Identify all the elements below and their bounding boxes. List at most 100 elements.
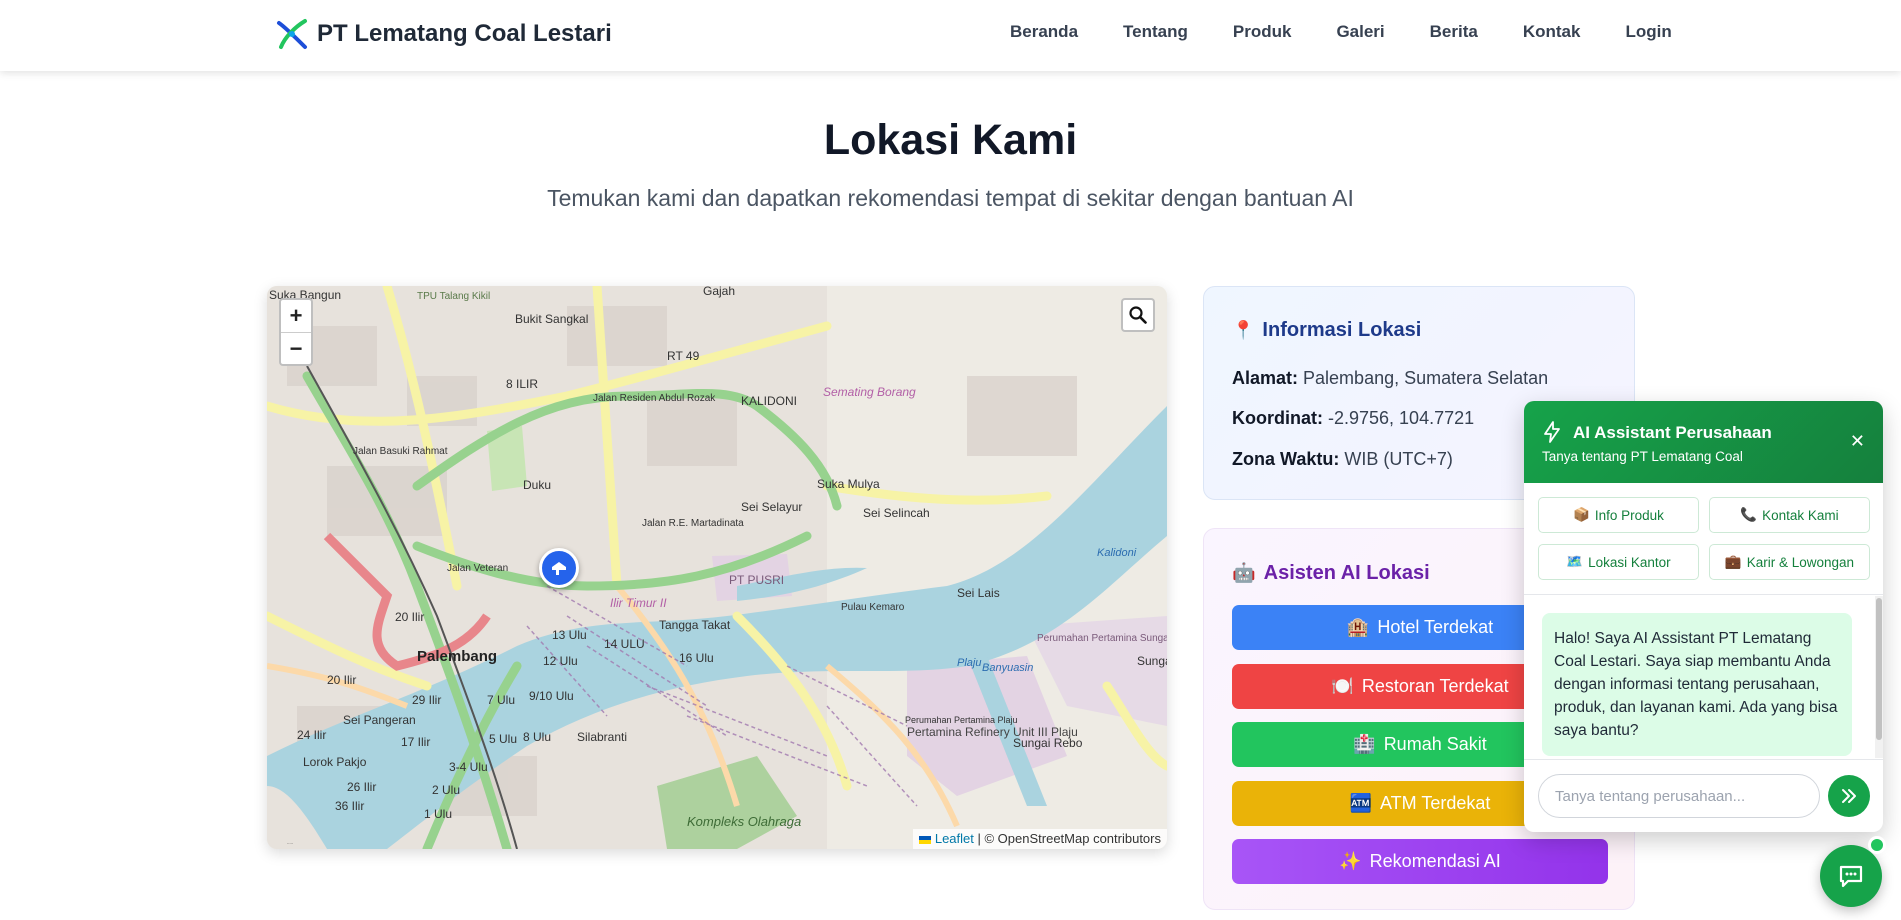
map-label: Lorok Pakjo	[303, 755, 367, 769]
map-label: 3-4 Ulu	[449, 760, 488, 774]
button-label: Rumah Sakit	[1383, 734, 1487, 754]
map-label: Tangga Takat	[659, 618, 731, 632]
chat-toggle-button[interactable]	[1820, 845, 1882, 907]
quick-info-produk[interactable]: 📦 Info Produk	[1538, 497, 1699, 533]
building-pin-icon	[552, 562, 566, 575]
map-label: Suka Mulya	[817, 477, 880, 491]
quick-label: Info Produk	[1594, 507, 1664, 523]
page-subtitle: Temukan kami dan dapatkan rekomendasi te…	[547, 185, 1354, 211]
brand[interactable]: PT Lematang Coal Lestari	[275, 17, 612, 51]
map-icon: 🗺️	[1566, 554, 1584, 569]
leaflet-link[interactable]: Leaflet	[935, 831, 974, 846]
map-label: 9/10 Ulu	[529, 689, 574, 703]
info-address-row: Alamat: Palembang, Sumatera Selatan	[1232, 368, 1548, 389]
coordinate-label: Koordinat:	[1232, 408, 1323, 428]
nav-login[interactable]: Login	[1625, 22, 1671, 42]
quick-kontak-kami[interactable]: 📞 Kontak Kami	[1709, 497, 1870, 533]
search-icon	[1129, 306, 1147, 324]
timezone-value: WIB (UTC+7)	[1344, 449, 1453, 469]
online-status-dot	[1868, 836, 1886, 854]
map-label: Banyuasin	[982, 662, 1033, 674]
nav-galeri[interactable]: Galeri	[1336, 22, 1384, 42]
zoom-control: + −	[279, 298, 313, 366]
map-label: 13 Ulu	[552, 628, 587, 642]
address-label: Alamat:	[1232, 368, 1299, 388]
map-label: Ilir Timur II	[610, 596, 667, 610]
map-label: 36 Ilir	[335, 799, 364, 813]
chat-title: AI Assistant Perusahaan	[1573, 423, 1772, 442]
nav-links: Beranda Tentang Produk Galeri Berita Kon…	[1010, 22, 1717, 42]
pin-icon: 📍	[1232, 320, 1255, 340]
chat-subtitle: Tanya tentang PT Lematang Coal	[1542, 449, 1743, 464]
map-label: Sei Lais	[957, 586, 1000, 600]
nav-kontak[interactable]: Kontak	[1523, 22, 1581, 42]
send-icon	[1842, 789, 1856, 803]
plate-icon: 🍽️	[1331, 676, 1354, 696]
robot-icon: 🤖	[1232, 563, 1256, 584]
map-label: Duku	[523, 478, 551, 492]
quick-label: Kontak Kami	[1762, 507, 1839, 523]
package-icon: 📦	[1573, 507, 1590, 522]
page-title: Lokasi Kami	[823, 116, 1078, 164]
map-label: 20 Ilir	[395, 610, 424, 624]
button-label: Hotel Terdekat	[1377, 617, 1494, 637]
map-label: Sei Pangeran	[343, 713, 416, 727]
map-label: Sungai Rebo	[1013, 736, 1083, 750]
send-button[interactable]	[1828, 775, 1870, 817]
hospital-icon: 🏥	[1353, 734, 1376, 754]
map-label: Jalan R.E. Martadinata	[642, 518, 744, 529]
lightning-icon	[1544, 421, 1560, 443]
chat-header: AI Assistant Perusahaan Tanya tentang PT…	[1524, 401, 1883, 483]
map-search-button[interactable]	[1121, 298, 1155, 332]
map-label: Sei Selincah	[863, 506, 930, 520]
zoom-out-button[interactable]: −	[281, 332, 311, 364]
nav-beranda[interactable]: Beranda	[1010, 22, 1078, 42]
map-label: 2 Ulu	[432, 783, 460, 797]
quick-karir-lowongan[interactable]: 💼 Karir & Lowongan	[1709, 544, 1870, 580]
ai-recommendation-button[interactable]: ✨ Rekomendasi AI	[1232, 839, 1608, 884]
nav-berita[interactable]: Berita	[1430, 22, 1478, 42]
map-label: 17 Ilir	[401, 735, 430, 749]
map-label: RT 49	[667, 349, 700, 363]
button-label: Rekomendasi AI	[1369, 851, 1501, 871]
map-label: Perumahan Pertamina Sungai Gerong	[1037, 633, 1167, 644]
navbar: PT Lematang Coal Lestari Beranda Tentang…	[0, 0, 1901, 71]
map-label: PT PUSRI	[729, 573, 784, 587]
map-label: Sungai Gerong	[1137, 654, 1167, 668]
map-label: 20 Ilir	[327, 673, 356, 687]
button-label: Restoran Terdekat	[1361, 676, 1509, 696]
nav-tentang[interactable]: Tentang	[1123, 22, 1188, 42]
info-card-title: 📍 Informasi Lokasi	[1232, 319, 1421, 342]
map-label: Perumahan Pertamina Plaju	[905, 715, 1018, 725]
map-label: Sei Selayur	[741, 500, 802, 514]
chat-input[interactable]	[1538, 774, 1820, 818]
map-label: Jalan Veteran	[447, 563, 508, 574]
zoom-in-button[interactable]: +	[281, 300, 311, 332]
info-timezone-row: Zona Waktu: WIB (UTC+7)	[1232, 449, 1453, 470]
chat-scrollbar[interactable]	[1875, 596, 1883, 758]
map-label: Gajah	[703, 286, 735, 298]
map-label: Jalan Residen Abdul Rozak	[593, 393, 716, 404]
quick-lokasi-kantor[interactable]: 🗺️ Lokasi Kantor	[1538, 544, 1699, 580]
map-label: 7 Ulu	[487, 693, 515, 707]
quick-label: Lokasi Kantor	[1588, 554, 1671, 570]
location-marker[interactable]	[539, 548, 579, 588]
assistant-message: Halo! Saya AI Assistant PT Lematang Coal…	[1542, 613, 1852, 756]
osm-attribution: | © OpenStreetMap contributors	[973, 831, 1162, 846]
close-icon[interactable]: ✕	[1850, 431, 1865, 452]
phone-icon: 📞	[1740, 507, 1758, 522]
ai-card-title: 🤖 Asisten AI Lokasi	[1232, 561, 1430, 585]
timezone-label: Zona Waktu:	[1232, 449, 1340, 469]
hotel-icon: 🏨	[1346, 617, 1370, 637]
map-label: 29 Ilir	[412, 693, 441, 707]
map-label: Semating Borang	[823, 385, 916, 399]
chat-input-row	[1524, 759, 1883, 832]
map-label: 8 Ulu	[523, 730, 551, 744]
scrollbar-thumb[interactable]	[1876, 598, 1882, 740]
map-tiles[interactable]: Suka Bangun TPU Talang Kikil Gajah Bukit…	[267, 286, 1167, 849]
nav-produk[interactable]: Produk	[1233, 22, 1292, 42]
location-map[interactable]: Suka Bangun TPU Talang Kikil Gajah Bukit…	[267, 286, 1167, 849]
map-label: Palembang	[417, 648, 497, 665]
coordinate-value: -2.9756, 104.7721	[1328, 408, 1475, 428]
map-label: 24 Ilir	[297, 728, 326, 742]
